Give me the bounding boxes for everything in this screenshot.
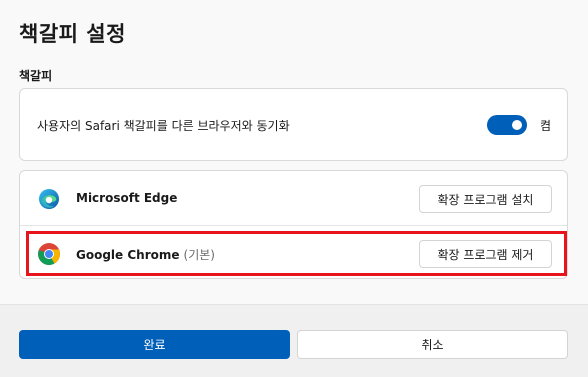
toggle-knob [512,120,522,130]
toggle-state-label: 켬 [540,119,552,133]
browser-name-edge: Microsoft Edge [76,191,177,205]
install-extension-button[interactable]: 확장 프로그램 설치 [419,185,552,213]
dialog-title: 책갈피 설정 [19,22,126,46]
sync-card: 사용자의 Safari 책갈피를 다른 브라우저와 동기화 켬 [19,88,568,161]
dialog-footer: 완료 취소 [0,304,588,377]
cancel-button[interactable]: 취소 [297,330,568,359]
highlight-box [26,231,567,276]
sync-label: 사용자의 Safari 책갈피를 다른 브라우저와 동기화 [37,119,290,133]
dialog-body: 책갈피 설정 책갈피 사용자의 Safari 책갈피를 다른 브라우저와 동기화… [0,0,588,304]
sync-toggle[interactable] [487,115,527,135]
edge-icon [39,189,59,209]
browser-row-edge: Microsoft Edge 확장 프로그램 설치 [20,171,567,225]
browser-name-text: Microsoft Edge [76,191,178,205]
section-label-bookmarks: 책갈피 [19,69,53,83]
done-button[interactable]: 완료 [19,330,290,359]
